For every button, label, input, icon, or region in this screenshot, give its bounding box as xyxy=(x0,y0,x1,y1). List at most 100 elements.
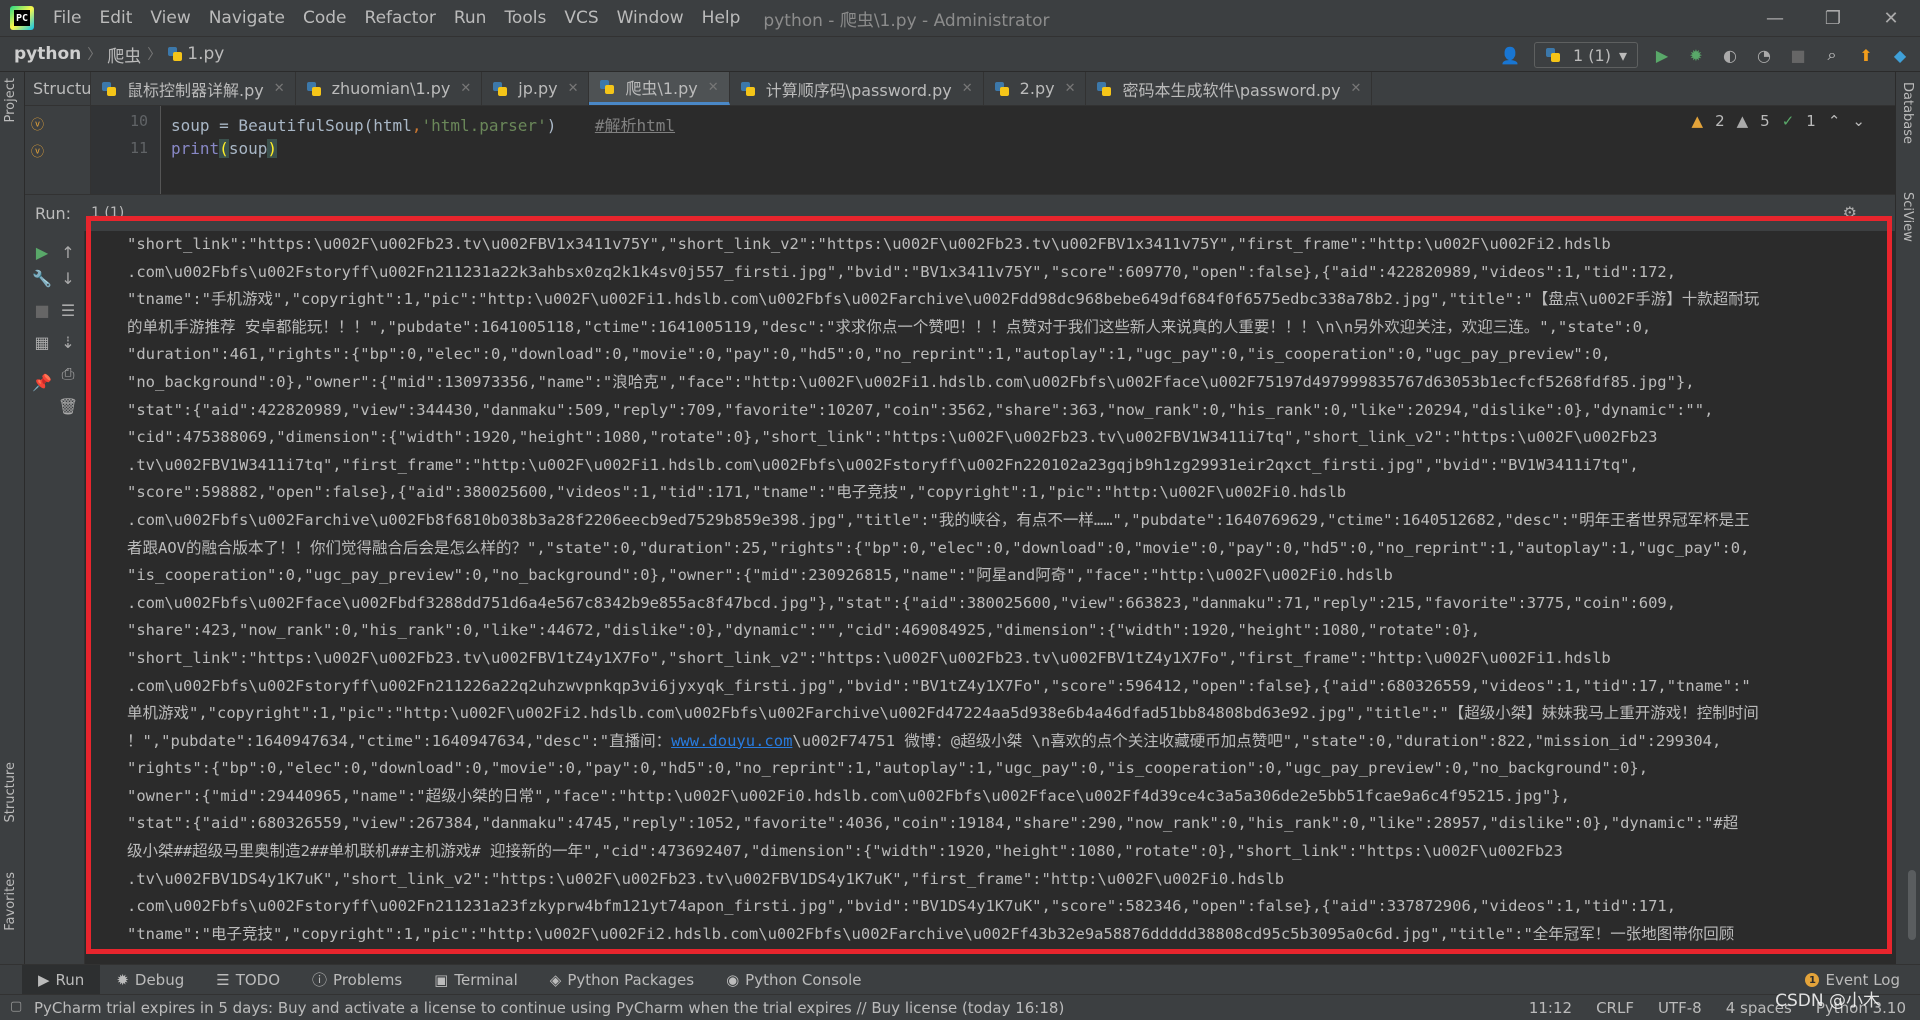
console-output[interactable]: "short_link":"https:\u002F\u002Fb23.tv\u… xyxy=(85,231,1895,965)
status-message[interactable]: PyCharm trial expires in 5 days: Buy and… xyxy=(0,999,1064,1017)
minimize-button[interactable]: — xyxy=(1746,0,1804,36)
stop-icon[interactable]: ■ xyxy=(31,299,53,321)
run-configuration-select[interactable]: 1 (1) ▾ xyxy=(1534,42,1638,68)
editor-tab[interactable]: 2.py ✕ xyxy=(984,72,1087,105)
bottom-tool-run[interactable]: ▶ Run xyxy=(22,964,101,995)
editor-tab-active[interactable]: 爬虫\1.py ✕ xyxy=(589,72,730,105)
editor-tab[interactable]: 计算顺序码\password.py ✕ xyxy=(730,72,984,105)
run-tab[interactable]: 1 (1) xyxy=(91,205,124,221)
jetbrains-toolbox-icon[interactable]: ◆ xyxy=(1890,45,1910,65)
code-text: ( xyxy=(219,139,229,158)
info-icon: ⓘ xyxy=(312,971,328,989)
bottom-tool-todo[interactable]: ☰ TODO xyxy=(200,965,296,995)
navigation-bar: python 〉 爬虫 〉 1.py 👤 1 (1) ▾ ▶ ✹ ◐ ◔ ■ ⌕… xyxy=(0,36,1920,72)
close-icon[interactable]: ✕ xyxy=(708,80,719,95)
close-icon[interactable]: ✕ xyxy=(274,81,285,96)
bottom-tool-python-console[interactable]: ◉ Python Console xyxy=(710,965,877,995)
menu-view[interactable]: View xyxy=(141,8,199,28)
console-line: "owner":{"mid":29440965,"name":"超级小桀的日常"… xyxy=(127,786,1570,805)
database-tool-button[interactable]: Database xyxy=(1900,82,1915,144)
editor-tab[interactable]: zhuomian\1.py ✕ xyxy=(296,72,483,105)
menu-edit[interactable]: Edit xyxy=(90,8,141,28)
code-line[interactable]: print(soup) xyxy=(171,139,277,158)
restore-button[interactable]: ❐ xyxy=(1804,0,1862,36)
console-link[interactable]: www.douyu.com xyxy=(671,732,792,750)
close-icon[interactable]: ✕ xyxy=(1351,81,1362,96)
pycharm-window: PC File Edit View Navigate Code Refactor… xyxy=(0,0,1920,1020)
chevron-up-icon[interactable]: ⌃ xyxy=(1828,112,1841,130)
console-scrollbar[interactable] xyxy=(1908,870,1916,940)
bottom-tool-label: TODO xyxy=(235,970,281,989)
line-separator[interactable]: CRLF xyxy=(1596,999,1634,1017)
project-tool-button[interactable]: Project xyxy=(3,78,18,122)
menu-vcs[interactable]: VCS xyxy=(555,8,607,28)
close-icon[interactable]: ✕ xyxy=(460,81,471,96)
python-console-icon: ◉ xyxy=(726,970,740,989)
breadcrumb-project[interactable]: python xyxy=(0,44,81,64)
close-window-button[interactable]: ✕ xyxy=(1862,0,1920,36)
close-icon[interactable]: ✕ xyxy=(568,81,579,96)
python-file-icon xyxy=(1096,81,1112,97)
menu-navigate[interactable]: Navigate xyxy=(200,8,294,28)
editor-tab[interactable]: 鼠标控制器详解.py ✕ xyxy=(91,72,296,105)
update-icon[interactable]: ⬆ xyxy=(1856,45,1876,65)
code-text: soup = BeautifulSoup(html xyxy=(171,116,412,135)
menu-run[interactable]: Run xyxy=(445,8,496,28)
bottom-tool-debug[interactable]: ✹ Debug xyxy=(100,965,200,995)
code-editor[interactable]: 10 11 soup = BeautifulSoup(html,'html.pa… xyxy=(91,106,1895,194)
close-icon[interactable]: ✕ xyxy=(962,81,973,96)
scroll-to-end-icon[interactable]: ⇣ xyxy=(57,331,79,353)
pin-icon[interactable]: 📌 xyxy=(31,371,53,393)
tool-windows-toggle-icon[interactable]: ▢ xyxy=(10,999,22,1014)
file-encoding[interactable]: UTF-8 xyxy=(1658,999,1702,1017)
menu-refactor[interactable]: Refactor xyxy=(356,8,445,28)
menu-help[interactable]: Help xyxy=(693,8,750,28)
rerun-icon[interactable]: ▶ xyxy=(31,241,53,263)
sciview-tool-button[interactable]: SciView xyxy=(1900,192,1915,242)
editor-tab-label: 2.py xyxy=(1019,79,1055,98)
close-icon[interactable]: ✕ xyxy=(1065,81,1076,96)
breadcrumb-file[interactable]: 1.py xyxy=(187,44,224,64)
menu-tools[interactable]: Tools xyxy=(495,8,555,28)
code-string: 'html.parser' xyxy=(421,116,547,135)
code-line[interactable]: soup = BeautifulSoup(html,'html.parser')… xyxy=(171,112,675,136)
profile-icon[interactable]: ◔ xyxy=(1754,45,1774,65)
console-line: .com\u002Fbfs\u002Fstoryff\u002Fn211231a… xyxy=(127,897,1677,916)
menu-file[interactable]: File xyxy=(44,8,90,28)
breadcrumb-separator-icon: 〉 xyxy=(147,47,162,63)
window-title: python - 爬虫\1.py - Administrator xyxy=(763,10,1050,31)
console-line: .tv\u002FBV1DS4y1K7uK","short_link_v2":"… xyxy=(127,869,1285,888)
chevron-down-icon[interactable]: ⌄ xyxy=(1852,112,1865,130)
gear-icon[interactable]: ⚙ xyxy=(1843,203,1857,222)
debug-bug-icon[interactable]: ✹ xyxy=(1686,45,1706,65)
coverage-icon[interactable]: ◐ xyxy=(1720,45,1740,65)
bottom-tool-problems[interactable]: ⓘ Problems xyxy=(296,965,418,995)
bottom-tool-terminal[interactable]: ▣ Terminal xyxy=(418,965,534,995)
bottom-tool-label: Run xyxy=(55,970,85,989)
console-line: "stat":{"aid":422820989,"view":344430,"d… xyxy=(127,400,1714,419)
inspection-widget[interactable]: ▲ 2 ▲ 5 ✓ 1 ⌃ ⌄ xyxy=(1692,112,1865,130)
bottom-tool-python-packages[interactable]: ◈ Python Packages xyxy=(534,965,710,995)
breadcrumb-folder[interactable]: 爬虫 xyxy=(107,42,141,67)
arrow-up-icon[interactable]: ↑ xyxy=(57,241,79,263)
trash-icon[interactable]: 🗑 xyxy=(57,395,79,417)
structure-tool-button[interactable]: Structure xyxy=(3,762,18,822)
layout-icon[interactable]: ▦ xyxy=(31,331,53,353)
run-icon[interactable]: ▶ xyxy=(1652,45,1672,65)
console-line: "score":598882,"open":false},{"aid":3800… xyxy=(127,483,1347,502)
code-comment: #解析html xyxy=(594,116,676,135)
editor-tab[interactable]: 密码本生成软件\password.py ✕ xyxy=(1086,72,1373,105)
wrench-icon[interactable]: 🔧 xyxy=(31,267,53,289)
print-icon[interactable]: ⎙ xyxy=(57,363,79,385)
user-icon[interactable]: 👤 xyxy=(1500,45,1520,65)
arrow-down-icon[interactable]: ↓ xyxy=(57,267,79,289)
menu-code[interactable]: Code xyxy=(294,8,356,28)
search-icon[interactable]: ⌕ xyxy=(1822,45,1842,65)
line-number-gutter: 10 11 xyxy=(91,106,161,194)
favorites-tool-button[interactable]: Favorites xyxy=(3,872,18,931)
menu-window[interactable]: Window xyxy=(608,8,693,28)
soft-wrap-icon[interactable]: ☰ xyxy=(57,299,79,321)
caret-position[interactable]: 11:12 xyxy=(1529,999,1572,1017)
editor-tab[interactable]: jp.py ✕ xyxy=(482,72,590,105)
stop-icon[interactable]: ■ xyxy=(1788,45,1808,65)
